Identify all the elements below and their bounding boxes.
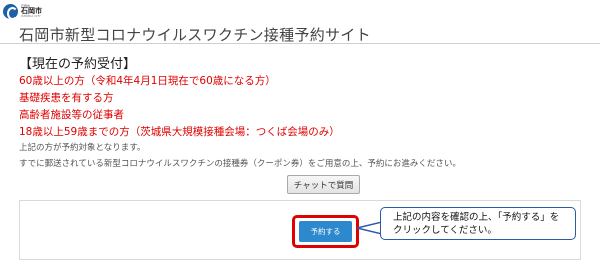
instruction-callout: 上記の内容を確認の上、「予約する」を クリックしてください。 bbox=[380, 207, 576, 240]
chat-question-button[interactable]: チャットで質問 bbox=[287, 175, 360, 194]
coupon-note: すでに郵送されている新型コロナウイルスワクチンの接種券（クーポン券）をご用意の上… bbox=[19, 159, 461, 169]
eligible-item: 基礎疾患を有する方 bbox=[19, 92, 114, 104]
city-emblem-icon bbox=[3, 4, 18, 20]
eligible-item: 18歳以上59歳までの方（茨城県大規模接種会場：つくば会場のみ） bbox=[19, 126, 340, 138]
city-logo[interactable]: 石岡市 石岡市 ISHIOKA CITY bbox=[3, 3, 61, 20]
eligible-item: 高齢者施設等の従事者 bbox=[19, 109, 124, 121]
logo-text: 石岡市 石岡市 ISHIOKA CITY bbox=[21, 5, 42, 18]
callout-line: 上記の内容を確認の上、「予約する」を bbox=[393, 212, 560, 223]
callout-pointer bbox=[357, 221, 382, 235]
callout-line: クリックしてください。 bbox=[393, 225, 497, 236]
logo-roman: ISHIOKA CITY bbox=[21, 14, 41, 18]
page-title: 石岡市新型コロナウイルスワクチン接種予約サイト bbox=[19, 26, 371, 44]
eligible-list: 60歳以上の方（令和4年4月1日現在で60歳になる方） 基礎疾患を有する方 高齢… bbox=[19, 73, 340, 141]
eligible-item: 60歳以上の方（令和4年4月1日現在で60歳になる方） bbox=[19, 75, 276, 87]
eligibility-note: 上記の方が予約対象となります。 bbox=[19, 143, 146, 153]
reserve-button[interactable]: 予約する bbox=[299, 221, 352, 242]
title-divider bbox=[0, 43, 600, 44]
site-header: 石岡市 石岡市 ISHIOKA CITY bbox=[0, 0, 600, 22]
section-heading: 【現在の予約受付】 bbox=[19, 57, 137, 72]
